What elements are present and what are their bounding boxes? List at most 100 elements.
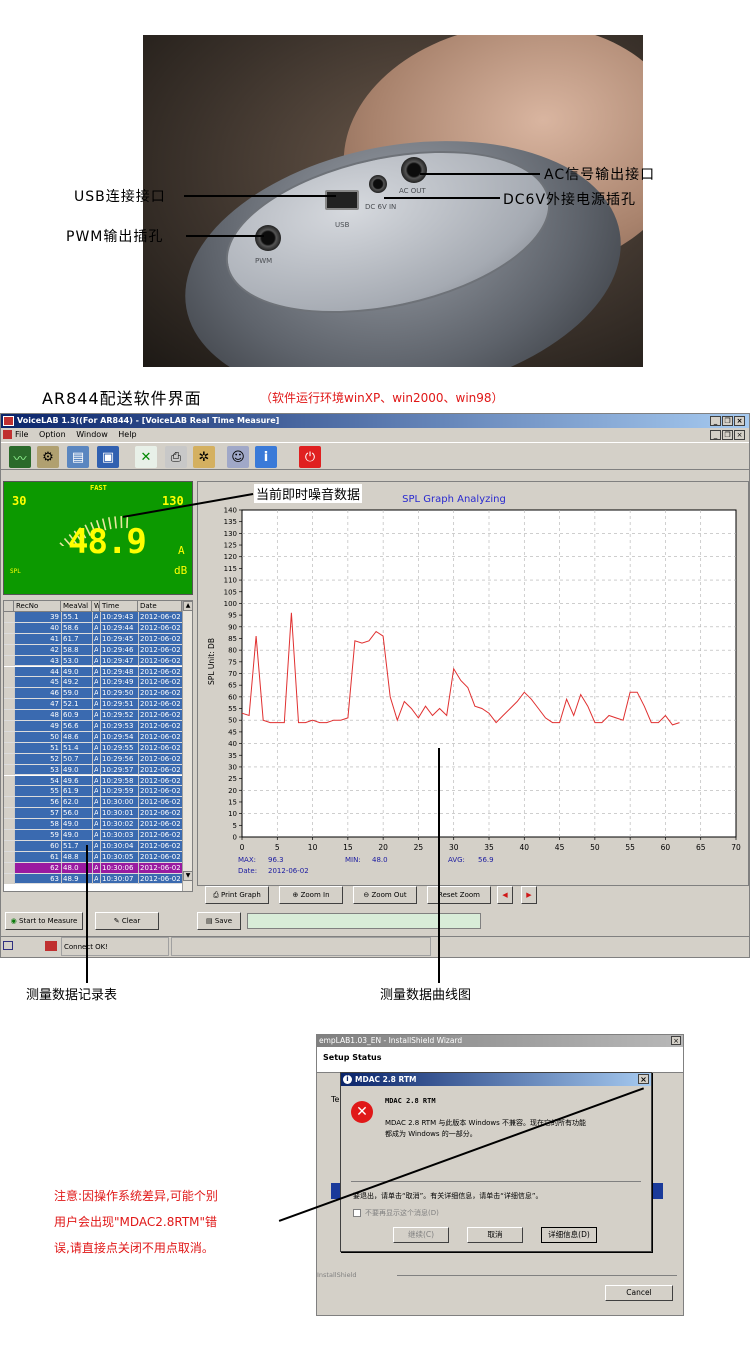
save-button[interactable]: ▤ Save: [197, 912, 241, 930]
col-meaval[interactable]: MeaVal: [61, 601, 92, 612]
col-time[interactable]: Time: [100, 601, 138, 612]
details-button[interactable]: 详细信息(D): [541, 1227, 597, 1243]
mdac-checkbox[interactable]: [353, 1209, 361, 1217]
user-icon[interactable]: ☺: [227, 446, 249, 468]
row-weighting: A: [92, 677, 98, 688]
table-row[interactable]: 4860.9A10:29:522012-06-02: [4, 710, 182, 721]
warning-line-3: 误,请直接点关闭不用点取消。: [54, 1241, 214, 1255]
scroll-up-icon[interactable]: ▲: [183, 601, 192, 611]
zoom-in-button[interactable]: ⊕ Zoom In: [279, 886, 343, 904]
table-row[interactable]: 5756.0A10:30:012012-06-02: [4, 808, 182, 820]
open-folder-icon[interactable]: ▤: [67, 446, 89, 468]
menu-help[interactable]: Help: [118, 430, 136, 439]
table-row[interactable]: 5662.0A10:30:002012-06-02: [4, 797, 182, 809]
continue-button[interactable]: 继续(C): [393, 1227, 449, 1243]
app-logo-icon: [3, 416, 14, 426]
reset-zoom-button[interactable]: Reset Zoom: [427, 886, 491, 904]
row-date: 2012-06-02: [138, 775, 180, 786]
save-disk-icon[interactable]: ▣: [97, 446, 119, 468]
dc-jack: [369, 175, 387, 193]
menu-window[interactable]: Window: [76, 430, 108, 439]
col-date[interactable]: Date: [138, 601, 182, 612]
table-row[interactable]: 5151.4A10:29:552012-06-02: [4, 742, 182, 754]
table-row[interactable]: 5949.0A10:30:032012-06-02: [4, 830, 182, 841]
start-measure-button[interactable]: ◉ Start to Measure: [5, 912, 83, 930]
pwm-jack: [255, 225, 281, 251]
row-meaval: 61.9: [61, 786, 90, 797]
row-date: 2012-06-02: [138, 677, 180, 688]
table-row[interactable]: 4058.6A10:29:442012-06-02: [4, 622, 182, 634]
graph-tool-icon[interactable]: 〰: [9, 446, 31, 468]
y-tick-label: 125: [224, 542, 237, 550]
scroll-down-icon[interactable]: ▼: [183, 871, 192, 881]
mdac-close-icon[interactable]: ×: [638, 1074, 649, 1084]
col-recno[interactable]: RecNo: [14, 601, 61, 612]
info-icon[interactable]: i: [255, 446, 277, 468]
table-row[interactable]: 5561.9A10:29:592012-06-02: [4, 786, 182, 798]
table-row[interactable]: 4449.0A10:29:482012-06-02: [4, 666, 182, 678]
row-recno: 58: [14, 819, 59, 830]
install-cancel-button[interactable]: Cancel: [605, 1285, 673, 1301]
print-graph-button[interactable]: ⎙ Print Graph: [205, 886, 269, 904]
install-titlebar: empLAB1.03_EN - InstallShield Wizard ×: [317, 1035, 683, 1047]
row-meaval: 49.0: [61, 666, 90, 677]
table-row[interactable]: 4956.6A10:29:532012-06-02: [4, 721, 182, 732]
zoom-out-button[interactable]: ⊖ Zoom Out: [353, 886, 417, 904]
install-close-icon[interactable]: ×: [671, 1036, 681, 1045]
row-weighting: A: [92, 655, 98, 666]
row-recno: 48: [14, 710, 59, 721]
mdi-restore-icon[interactable]: ❐: [722, 430, 733, 440]
table-row[interactable]: 5849.0A10:30:022012-06-02: [4, 819, 182, 830]
export-excel-icon[interactable]: ✕: [135, 446, 157, 468]
y-tick-label: 140: [224, 507, 237, 515]
table-scrollbar[interactable]: ▲ ▼: [182, 601, 192, 891]
table-row[interactable]: 5449.6A10:29:582012-06-02: [4, 775, 182, 787]
table-row[interactable]: 6051.7A10:30:042012-06-02: [4, 840, 182, 852]
mdac-cancel-button[interactable]: 取消: [467, 1227, 523, 1243]
col-weighting[interactable]: W: [92, 601, 100, 612]
table-row[interactable]: 6148.8A10:30:052012-06-02: [4, 851, 182, 863]
table-row[interactable]: 4161.7A10:29:452012-06-02: [4, 633, 182, 645]
status-text: Connect OK!: [61, 937, 169, 956]
table-row[interactable]: 5349.0A10:29:572012-06-02: [4, 764, 182, 776]
mdac-dialog: i MDAC 2.8 RTM × ✕ MDAC 2.8 RTM MDAC 2.8…: [340, 1072, 652, 1252]
minimize-icon[interactable]: _: [710, 416, 721, 426]
clear-button[interactable]: ✎ Clear: [95, 912, 159, 930]
restore-icon[interactable]: ❐: [722, 416, 733, 426]
printer-icon[interactable]: ⎙: [165, 446, 187, 468]
scroll-right-button[interactable]: ▶: [521, 886, 537, 904]
power-icon[interactable]: ⏻: [299, 446, 321, 468]
y-tick-label: 85: [228, 635, 237, 643]
row-gutter: [4, 862, 14, 873]
row-recno: 49: [14, 721, 59, 731]
x-tick-label: 25: [414, 843, 424, 852]
table-row[interactable]: 3955.1A10:29:432012-06-02: [4, 612, 182, 623]
settings-gear-icon[interactable]: ✲: [193, 446, 215, 468]
status-bar: Connect OK!: [1, 936, 749, 956]
scroll-left-button[interactable]: ◀: [497, 886, 513, 904]
film-reel-icon[interactable]: ⚙: [37, 446, 59, 468]
table-row[interactable]: 4549.2A10:29:492012-06-02: [4, 677, 182, 689]
x-tick-label: 45: [555, 843, 565, 852]
row-weighting: A: [92, 612, 98, 622]
table-row[interactable]: 4752.1A10:29:512012-06-02: [4, 699, 182, 711]
table-row[interactable]: 5048.6A10:29:542012-06-02: [4, 731, 182, 743]
table-row[interactable]: 4353.0A10:29:472012-06-02: [4, 655, 182, 667]
mdi-minimize-icon[interactable]: _: [710, 430, 721, 440]
table-row[interactable]: 4659.0A10:29:502012-06-02: [4, 688, 182, 700]
menu-file[interactable]: File: [15, 430, 28, 439]
y-tick-label: 45: [228, 728, 237, 736]
table-row[interactable]: 6348.9A10:30:072012-06-02: [4, 873, 182, 885]
row-date: 2012-06-02: [138, 851, 180, 862]
clear-icon: ✎: [113, 917, 122, 925]
row-meaval: 49.6: [61, 775, 90, 786]
start-icon: ◉: [10, 917, 19, 925]
table-row[interactable]: 5250.7A10:29:562012-06-02: [4, 753, 182, 765]
table-row[interactable]: 4258.8A10:29:462012-06-02: [4, 644, 182, 656]
menu-option[interactable]: Option: [39, 430, 66, 439]
mdi-close-icon[interactable]: ×: [734, 430, 745, 440]
panel-label-pwm: PWM: [255, 257, 273, 265]
close-icon[interactable]: ×: [734, 416, 745, 426]
y-tick-label: 60: [228, 693, 237, 701]
table-row[interactable]: 6248.0A10:30:062012-06-02: [4, 862, 182, 874]
